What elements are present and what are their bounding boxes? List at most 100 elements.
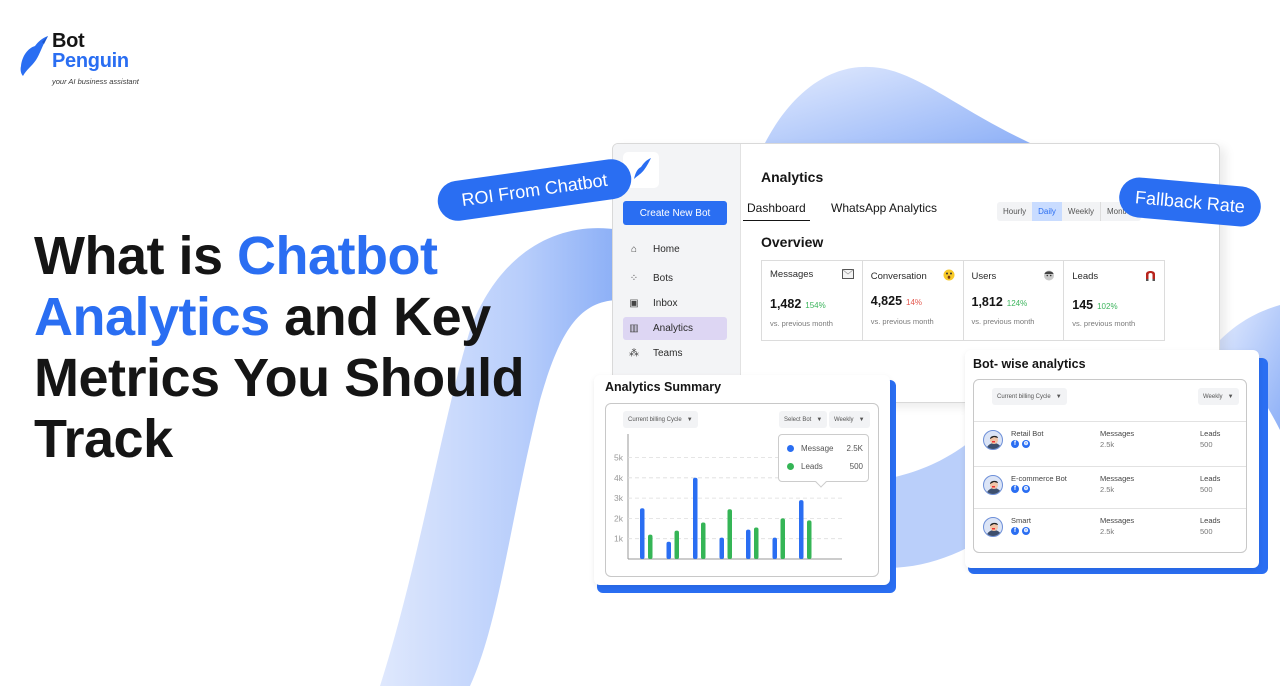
sidebar-item-label: Bots [653,273,674,284]
metric-card-users[interactable]: Users 1,812 124% vs. previous month [964,261,1065,340]
metric-label: Users [971,271,997,282]
overview-metrics: Messages 1,482 154% vs. previous month Co… [761,260,1165,341]
bar-message [666,541,671,559]
period-dropdown[interactable]: Weekly ▼ [1198,388,1239,405]
bar-message [746,529,751,559]
sidebar-item-label: Teams [653,348,683,359]
sidebar-item-analytics[interactable]: ▥ Analytics [623,317,727,340]
metric-value: 1,482 [770,297,802,311]
messages-label: Messages [1100,474,1135,483]
bots-icon: ⁘ [629,273,639,284]
messages-value: 2.5k [1100,485,1115,494]
caret-down-icon: ▼ [1227,393,1234,400]
headline-text: Track [34,409,173,469]
magnet-icon [1144,269,1156,281]
messages-label: Messages [1100,516,1135,525]
page-title: Analytics [761,169,824,185]
metric-subtext: vs. previous month [770,319,833,328]
metric-value: 4,825 [870,294,903,308]
leads-label: Leads [1200,474,1221,483]
bot-row[interactable]: Retail Bot f ⊕ Messages 2.5k Leads 500 [974,421,1246,465]
tooltip-label: Leads [801,462,823,471]
metric-subtext: vs. previous month [1072,319,1136,328]
bot-row[interactable]: Smart f ⊕ Messages 2.5k Leads 500 [974,508,1246,552]
sidebar-item-label: Analytics [653,323,694,334]
dropdown-value: Weekly [1203,393,1223,400]
globe-icon: ⊕ [1022,527,1030,535]
metric-card-messages[interactable]: Messages 1,482 154% vs. previous month [762,261,863,340]
bar-message [693,477,698,559]
bar-message [719,537,724,559]
period-hourly[interactable]: Hourly [997,202,1032,221]
logo-text-bot: Bot [52,30,85,52]
y-tick-label: 3k [614,493,624,503]
messages-value: 2.5k [1100,440,1115,449]
sidebar-item-bots[interactable]: ⁘ Bots [623,267,727,290]
metric-card-conversation[interactable]: Conversation 4,825 14% vs. previous month [863,261,964,340]
user-face-icon [1043,269,1055,281]
chart-tooltip: Message 2.5K Leads 500 [778,434,869,488]
bot-name: E-commerce Bot [1011,474,1067,483]
messages-value: 2.5k [1100,527,1115,536]
summary-chart-panel: Current billing Cycle ▼ Select Bot ▼ Wee… [605,403,879,577]
bot-avatar [983,475,1003,495]
headline-text: and Key [269,287,491,347]
facebook-icon: f [1011,440,1019,448]
y-tick-label: 2k [614,513,624,523]
metric-subtext: vs. previous month [971,317,1035,326]
bar-message [772,537,777,559]
overview-heading: Overview [761,234,824,250]
penguin-bird-icon [20,36,48,76]
metric-value: 145 [1072,298,1094,312]
tab-whatsapp-analytics[interactable]: WhatsApp Analytics [831,201,937,215]
sidebar-item-inbox[interactable]: ▣ Inbox [623,292,727,315]
billing-cycle-dropdown[interactable]: Current billing Cycle ▼ [992,388,1067,405]
y-tick-label: 4k [614,473,624,483]
roi-from-chatbot-pill: ROI From Chatbot [435,156,634,224]
leads-label: Leads [1200,516,1221,525]
bar-message [799,500,804,559]
facebook-icon: f [1011,485,1019,493]
metric-change: 102% [1097,302,1118,311]
analytics-summary-card: Analytics Summary Current billing Cycle … [594,375,890,585]
bar-leads [754,527,759,559]
headline-highlight: Analytics [34,287,270,347]
tooltip-value: 2.5K [846,444,863,453]
leads-value: 500 [1200,440,1213,449]
metric-label: Leads [1072,271,1099,282]
tooltip-value: 500 [849,462,863,471]
botwise-panel: Current billing Cycle ▼ Weekly ▼ Retail … [973,379,1247,553]
dropdown-value: Current billing Cycle [997,393,1051,400]
bar-leads [701,522,706,559]
logo-text-penguin: Penguin [52,50,129,72]
tab-dashboard[interactable]: Dashboard [743,201,810,221]
metric-value: 1,812 [971,295,1003,309]
y-tick-label: 1k [614,534,624,544]
bot-row[interactable]: E-commerce Bot f ⊕ Messages 2.5k Leads 50… [974,466,1246,510]
message-legend-dot [787,445,794,452]
sidebar: Create New Bot ⌂ Home ⁘ Bots ▣ Inbox ▥ A… [613,144,741,402]
tooltip-label: Message [801,444,834,453]
bot-avatar [983,517,1003,537]
bar-leads [727,509,732,559]
sidebar-item-teams[interactable]: ⁂ Teams [623,342,727,365]
sidebar-item-label: Home [653,244,680,255]
metric-change: 154% [805,301,826,310]
botpenguin-logo[interactable]: Bot Penguin your AI business assistant [18,30,148,90]
bar-leads [674,530,679,559]
analytics-icon: ▥ [629,323,639,334]
bot-name: Retail Bot [1011,429,1044,438]
globe-icon: ⊕ [1022,440,1030,448]
sidebar-item-label: Inbox [653,298,678,309]
sidebar-item-home[interactable]: ⌂ Home [623,238,727,261]
create-new-bot-button[interactable]: Create New Bot [623,201,727,225]
leads-value: 500 [1200,527,1213,536]
period-weekly[interactable]: Weekly [1062,202,1100,221]
metric-label: Conversation [870,271,927,282]
period-daily[interactable]: Daily [1032,202,1062,221]
bar-leads [648,534,653,559]
bot-avatar [983,430,1003,450]
page-headline: What is Chatbot Analytics and Key Metric… [34,226,594,470]
metric-card-leads[interactable]: Leads 145 102% vs. previous month [1064,261,1164,340]
surprised-face-icon [943,269,955,281]
